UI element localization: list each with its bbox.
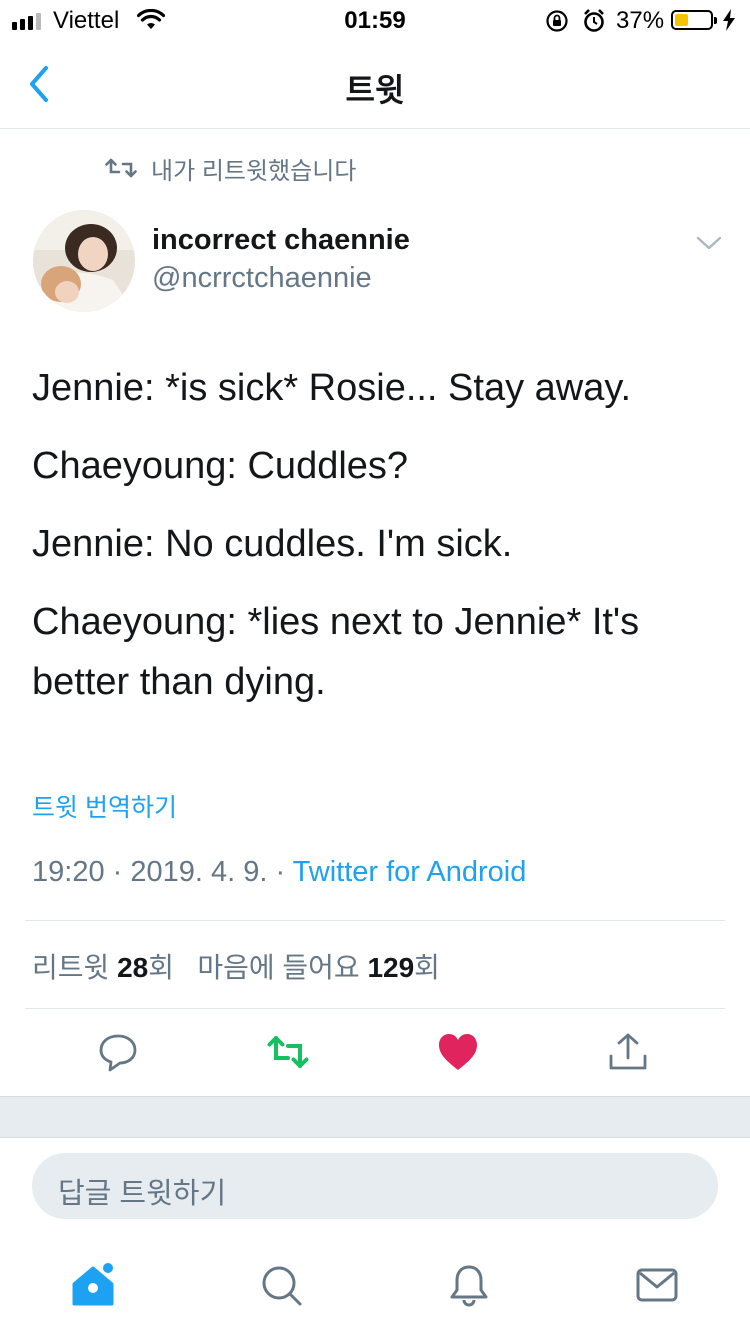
share-icon[interactable]	[606, 1030, 650, 1074]
section-separator	[0, 1096, 750, 1138]
rotation-lock-icon	[546, 10, 568, 32]
tweet-stats: 리트윗 28회 마음에 들어요 129회	[32, 946, 440, 986]
retweet-context-label: 내가 리트윗했습니다	[151, 157, 357, 185]
avatar[interactable]	[33, 210, 135, 312]
display-name[interactable]: incorrect chaennie	[152, 224, 410, 257]
notifications-icon[interactable]	[446, 1262, 492, 1308]
battery-percent: 37%	[616, 7, 665, 34]
header: 트윗	[0, 40, 750, 129]
status-bar: Viettel 01:59 37%	[0, 0, 750, 40]
tweet-text: Jennie: *is sick* Rosie... Stay away. Ch…	[32, 358, 722, 730]
divider	[25, 1008, 725, 1009]
retweets-stat[interactable]: 리트윗 28회	[32, 952, 174, 983]
alarm-icon	[584, 9, 604, 32]
likes-count: 129	[367, 952, 415, 983]
retweets-suffix: 회	[148, 952, 174, 983]
tweet-line: Chaeyoung: Cuddles?	[32, 445, 409, 487]
avatar-photo	[33, 210, 135, 312]
heart-icon[interactable]	[436, 1030, 480, 1074]
translate-link[interactable]: 트윗 번역하기	[32, 788, 177, 824]
search-icon[interactable]	[258, 1262, 304, 1308]
likes-suffix: 회	[414, 952, 440, 983]
page-title: 트윗	[345, 72, 405, 108]
reply-input[interactable]: 답글 트윗하기	[32, 1153, 718, 1219]
likes-label: 마음에 들어요	[197, 952, 368, 983]
reply-icon[interactable]	[96, 1030, 140, 1074]
chevron-down-icon[interactable]	[694, 232, 724, 254]
battery-icon	[671, 10, 717, 30]
retweets-count: 28	[117, 952, 149, 983]
messages-icon[interactable]	[634, 1262, 680, 1308]
user-handle[interactable]: @ncrrctchaennie	[152, 262, 372, 295]
retweet-icon	[105, 158, 137, 178]
retweet-context: 내가 리트윗했습니다	[105, 150, 356, 186]
charging-bolt-icon	[723, 9, 735, 31]
retweet-icon[interactable]	[266, 1030, 310, 1074]
likes-stat[interactable]: 마음에 들어요 129회	[197, 952, 440, 983]
retweets-label: 리트윗	[32, 952, 118, 983]
tweet-line: Chaeyoung: *lies next to Jennie* It's be…	[32, 601, 640, 703]
source-link[interactable]: Twitter for Android	[293, 856, 527, 888]
tweet-meta: 19:20 · 2019. 4. 9. · Twitter for Androi…	[32, 856, 526, 889]
reply-placeholder: 답글 트윗하기	[58, 1178, 227, 1210]
divider	[25, 920, 725, 921]
timestamp: 19:20 · 2019. 4. 9. ·	[32, 856, 293, 888]
home-icon[interactable]	[70, 1262, 116, 1308]
tweet-line: Jennie: *is sick* Rosie... Stay away.	[32, 367, 632, 409]
tweet-line: Jennie: No cuddles. I'm sick.	[32, 523, 513, 565]
